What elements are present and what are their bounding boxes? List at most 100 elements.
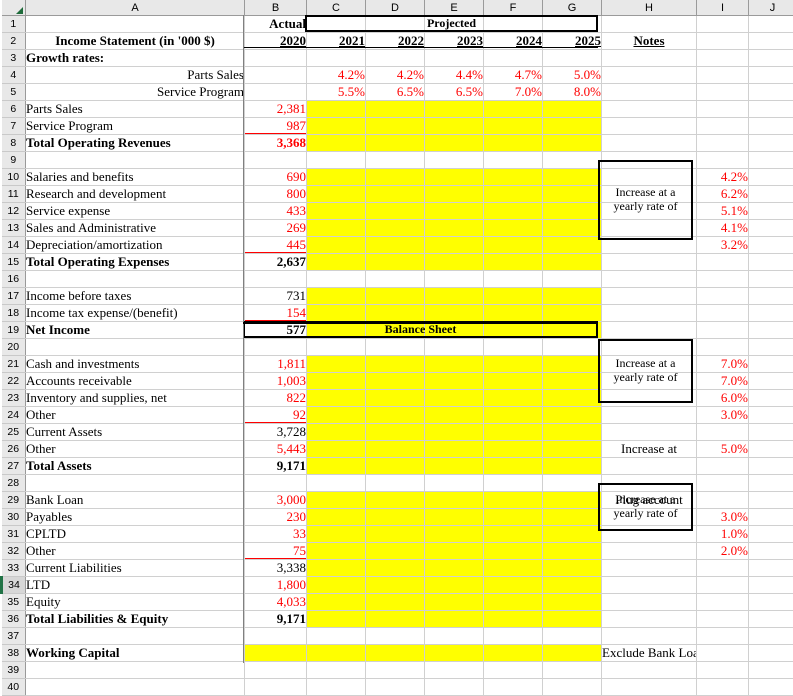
- cell-a6-parts-sales[interactable]: Parts Sales: [26, 101, 245, 118]
- cell-i40[interactable]: [697, 679, 749, 696]
- cell-c18[interactable]: [307, 305, 366, 322]
- row-header-33[interactable]: 33: [2, 560, 26, 577]
- cell-d36[interactable]: [366, 611, 425, 628]
- cell-i17[interactable]: [697, 288, 749, 305]
- cell-f5-service-growth-2024[interactable]: 7.0%: [484, 84, 543, 101]
- cell-i23-inventory-rate[interactable]: 6.0%: [697, 390, 749, 407]
- column-header-e[interactable]: E: [425, 0, 484, 16]
- row-header-40[interactable]: 40: [2, 679, 26, 696]
- row-header-17[interactable]: 17: [2, 288, 26, 305]
- table-row[interactable]: 32 Other 75 2.0%: [2, 543, 793, 560]
- cell-f39[interactable]: [484, 662, 543, 679]
- cell-b29-bank-loan-2020[interactable]: 3,000: [245, 492, 307, 509]
- cell-i32-other-liability-rate[interactable]: 2.0%: [697, 543, 749, 560]
- cell-b31-cpltd-2020[interactable]: 33: [245, 526, 307, 543]
- cell-e30[interactable]: [425, 509, 484, 526]
- cell-e16[interactable]: [425, 271, 484, 288]
- cell-d23[interactable]: [366, 390, 425, 407]
- column-header-row[interactable]: A B C D E F G H I J: [2, 0, 793, 16]
- cell-j31[interactable]: [749, 526, 793, 543]
- cell-a38-working-capital[interactable]: Working Capital: [26, 645, 245, 662]
- cell-d22[interactable]: [366, 373, 425, 390]
- cell-f28[interactable]: [484, 475, 543, 492]
- cell-j39[interactable]: [749, 662, 793, 679]
- table-row[interactable]: 34 LTD 1,800: [2, 577, 793, 594]
- cell-j34[interactable]: [749, 577, 793, 594]
- cell-c36[interactable]: [307, 611, 366, 628]
- cell-d27[interactable]: [366, 458, 425, 475]
- cell-d12[interactable]: [366, 203, 425, 220]
- cell-a12-service-expense[interactable]: Service expense: [26, 203, 245, 220]
- cell-a37[interactable]: [26, 628, 245, 645]
- cell-j40[interactable]: [749, 679, 793, 696]
- cell-f34[interactable]: [484, 577, 543, 594]
- cell-e23[interactable]: [425, 390, 484, 407]
- cell-b18-income-tax-2020[interactable]: 154: [245, 305, 307, 322]
- cell-h6[interactable]: [602, 101, 697, 118]
- cell-g30[interactable]: [543, 509, 602, 526]
- cell-d5-service-growth-2022[interactable]: 6.5%: [366, 84, 425, 101]
- cell-j7[interactable]: [749, 118, 793, 135]
- cell-h34[interactable]: [602, 577, 697, 594]
- cell-g14[interactable]: [543, 237, 602, 254]
- row-header-18[interactable]: 18: [2, 305, 26, 322]
- row-header-35[interactable]: 35: [2, 594, 26, 611]
- cell-c29[interactable]: [307, 492, 366, 509]
- cell-e17[interactable]: [425, 288, 484, 305]
- cell-g7[interactable]: [543, 118, 602, 135]
- cell-c40[interactable]: [307, 679, 366, 696]
- cell-g38[interactable]: [543, 645, 602, 662]
- cell-f10[interactable]: [484, 169, 543, 186]
- cell-d30[interactable]: [366, 509, 425, 526]
- cell-h16[interactable]: [602, 271, 697, 288]
- cell-g32[interactable]: [543, 543, 602, 560]
- cell-d13[interactable]: [366, 220, 425, 237]
- row-header-4[interactable]: 4: [2, 67, 26, 84]
- cell-a29-bank-loan[interactable]: Bank Loan: [26, 492, 245, 509]
- cell-j4[interactable]: [749, 67, 793, 84]
- cell-d35[interactable]: [366, 594, 425, 611]
- table-row[interactable]: 4 Parts Sales 4.2% 4.2% 4.4% 4.7% 5.0%: [2, 67, 793, 84]
- cell-f24[interactable]: [484, 407, 543, 424]
- cell-b14-depreciation-2020[interactable]: 445: [245, 237, 307, 254]
- column-header-a[interactable]: A: [26, 0, 245, 16]
- cell-a36-total-liabilities-and-equity[interactable]: Total Liabilities & Equity: [26, 611, 245, 628]
- table-row[interactable]: 24 Other 92 3.0%: [2, 407, 793, 424]
- cell-e28[interactable]: [425, 475, 484, 492]
- table-row[interactable]: 33 Current Liabilities 3,338: [2, 560, 793, 577]
- cell-h2-notes[interactable]: Notes: [602, 33, 697, 50]
- cell-f12[interactable]: [484, 203, 543, 220]
- cell-a22-accounts-receivable[interactable]: Accounts receivable: [26, 373, 245, 390]
- row-header-19[interactable]: 19: [2, 322, 26, 339]
- note-box-liabilities[interactable]: Increase at a yearly rate of: [598, 483, 693, 531]
- row-header-11[interactable]: 11: [2, 186, 26, 203]
- cell-e27[interactable]: [425, 458, 484, 475]
- cell-f3[interactable]: [484, 50, 543, 67]
- cell-i31-cpltd-rate[interactable]: 1.0%: [697, 526, 749, 543]
- cell-a28[interactable]: [26, 475, 245, 492]
- cell-h8[interactable]: [602, 135, 697, 152]
- cell-j12[interactable]: [749, 203, 793, 220]
- cell-h37[interactable]: [602, 628, 697, 645]
- row-header-30[interactable]: 30: [2, 509, 26, 526]
- row-header-7[interactable]: 7: [2, 118, 26, 135]
- row-header-22[interactable]: 22: [2, 373, 26, 390]
- cell-b4[interactable]: [245, 67, 307, 84]
- cell-f37[interactable]: [484, 628, 543, 645]
- cell-g24[interactable]: [543, 407, 602, 424]
- cell-i14-depreciation-rate[interactable]: 3.2%: [697, 237, 749, 254]
- cell-c34[interactable]: [307, 577, 366, 594]
- cell-i30-payables-rate[interactable]: 3.0%: [697, 509, 749, 526]
- cell-g10[interactable]: [543, 169, 602, 186]
- cell-j18[interactable]: [749, 305, 793, 322]
- cell-a23-inventory-and-supplies[interactable]: Inventory and supplies, net: [26, 390, 245, 407]
- cell-e7[interactable]: [425, 118, 484, 135]
- cell-j38[interactable]: [749, 645, 793, 662]
- cell-f18[interactable]: [484, 305, 543, 322]
- cell-a3-growth-rates[interactable]: Growth rates:: [26, 50, 245, 67]
- row-header-6[interactable]: 6: [2, 101, 26, 118]
- cell-e32[interactable]: [425, 543, 484, 560]
- cell-f40[interactable]: [484, 679, 543, 696]
- cell-g26[interactable]: [543, 441, 602, 458]
- cell-g37[interactable]: [543, 628, 602, 645]
